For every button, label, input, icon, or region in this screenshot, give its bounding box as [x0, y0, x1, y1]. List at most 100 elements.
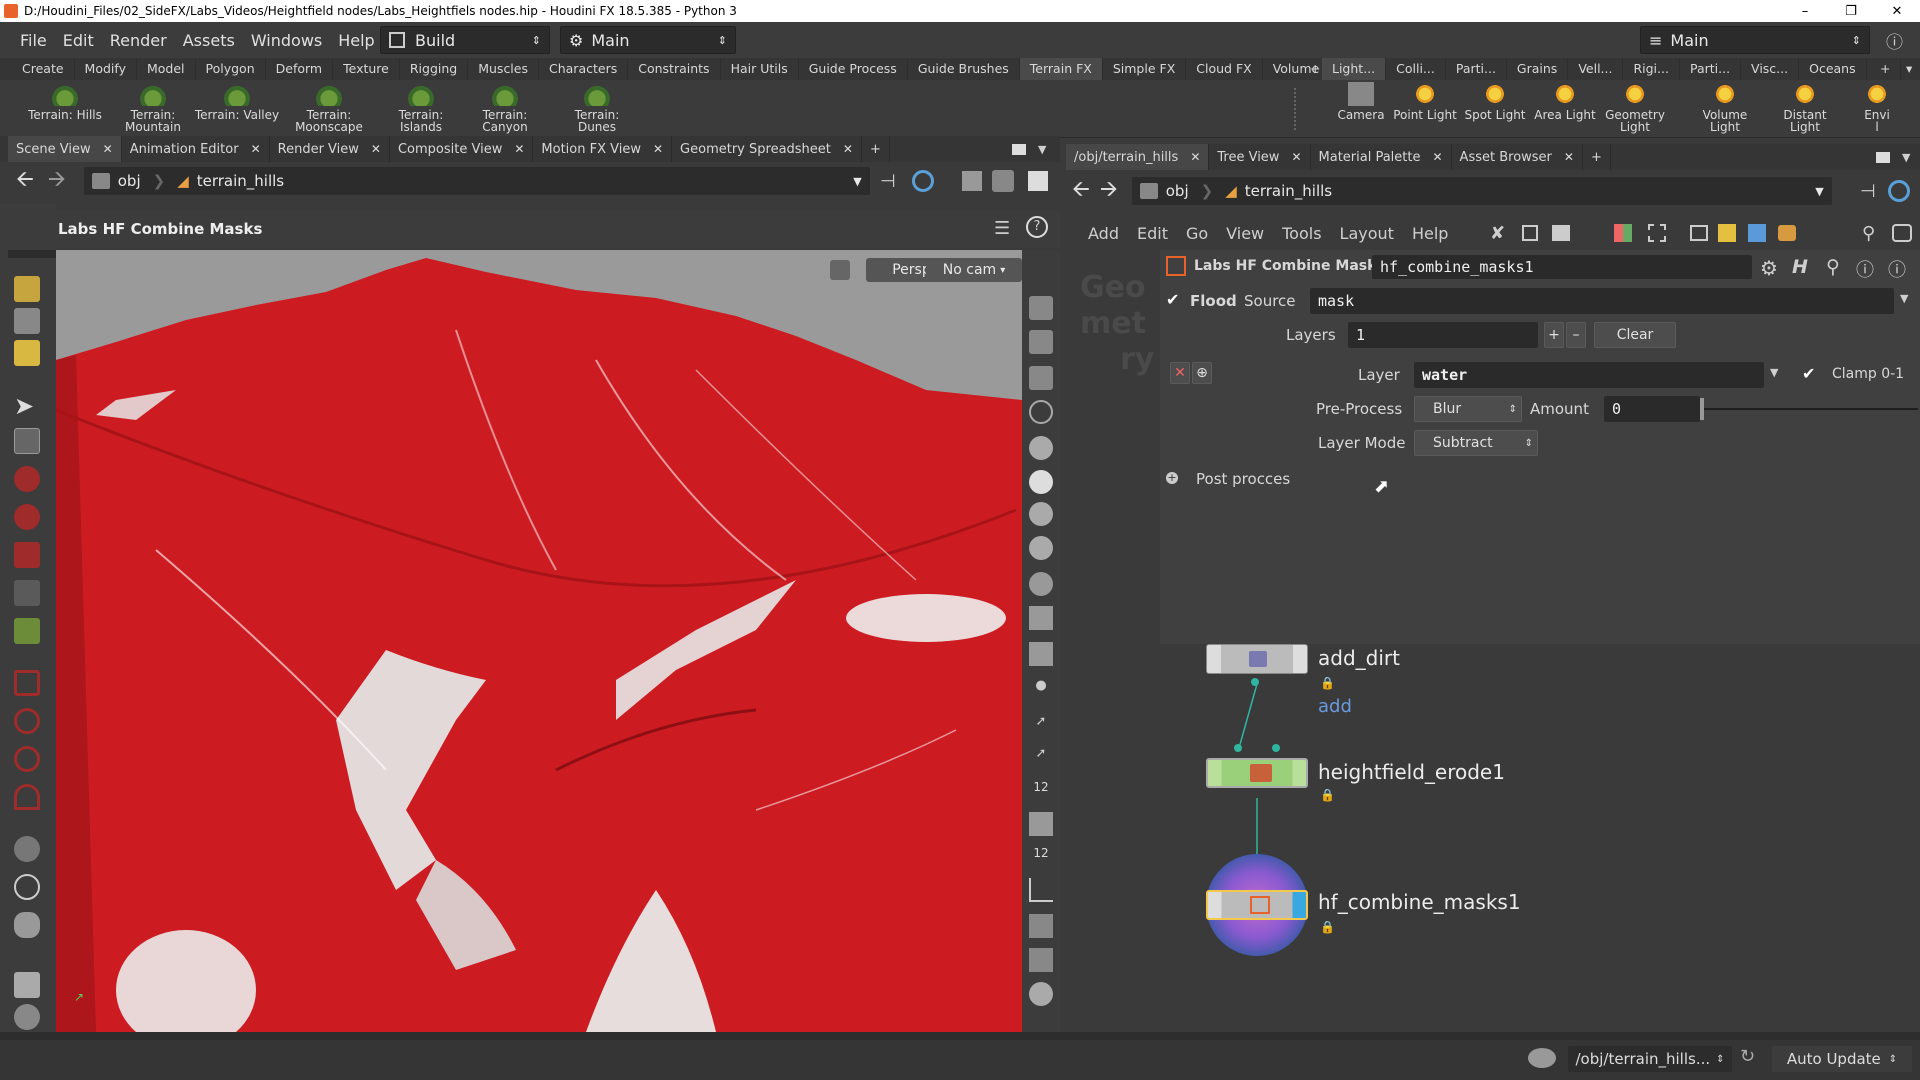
link-icon[interactable] — [912, 170, 934, 192]
info-icon[interactable]: ⓘ — [1856, 256, 1874, 282]
menu-render[interactable]: Render — [102, 31, 175, 50]
pin-icon-right[interactable]: ⊣ — [1860, 181, 1876, 202]
right-shelf-tab[interactable]: Light... — [1322, 58, 1387, 80]
node-hf-combine-masks1[interactable] — [1206, 890, 1308, 920]
node-heightfield-erode1[interactable] — [1206, 758, 1308, 788]
path-node-right[interactable]: terrain_hills — [1245, 182, 1332, 200]
close-tab-icon[interactable]: ✕ — [843, 142, 853, 156]
close-tab-icon[interactable]: ✕ — [1432, 150, 1442, 164]
pose-tool-icon[interactable] — [14, 580, 40, 606]
dotted-grid-icon[interactable] — [1648, 224, 1666, 242]
clamp-checkbox[interactable]: ✔ — [1802, 364, 1815, 383]
pane-menu-arrow-icon[interactable]: ▼ — [1038, 143, 1046, 156]
shelf-tool-light[interactable]: Distant Light — [1770, 82, 1840, 133]
search-icon[interactable]: ⚲ — [1862, 223, 1875, 244]
layers-field[interactable]: 1 — [1348, 322, 1538, 348]
forward-arrow-icon-right[interactable]: 🡪 — [1100, 172, 1118, 210]
shelf-tab[interactable]: Polygon — [196, 58, 266, 80]
desktop-selector[interactable]: Build ⇕ — [380, 26, 550, 54]
path-dropdown-arrow-icon[interactable]: ▼ — [853, 175, 861, 188]
right-shelf-tab[interactable]: Vell... — [1568, 58, 1624, 80]
normal-icon[interactable]: ➚ — [1029, 714, 1053, 738]
right-shelf-tab[interactable]: Grains — [1507, 58, 1569, 80]
grid-view-icon[interactable] — [1614, 224, 1632, 242]
lock-icon[interactable] — [1029, 366, 1053, 390]
shelf-tab[interactable]: Model — [137, 58, 196, 80]
snap-magnet-icon[interactable] — [14, 784, 40, 810]
viewer-options-icon[interactable]: ☰ — [994, 218, 1010, 239]
pane-tab[interactable]: Asset Browser ✕ — [1452, 144, 1583, 170]
display-layers-icon[interactable] — [1029, 296, 1053, 320]
right-shelf-menu-arrow-icon[interactable]: ▾ — [1896, 58, 1920, 80]
close-tab-icon[interactable]: ✕ — [1190, 150, 1200, 164]
flood-checkbox[interactable]: ✔ — [1166, 290, 1179, 309]
close-tab-icon[interactable]: ✕ — [1564, 150, 1574, 164]
network-menu-item[interactable]: Layout — [1340, 224, 1394, 243]
vector-icon[interactable]: ➚ — [1029, 746, 1053, 770]
folder-icon[interactable] — [1778, 225, 1796, 241]
snapshot-icon[interactable] — [1029, 914, 1053, 938]
network-menu-item[interactable]: Tools — [1282, 224, 1321, 243]
shelf-tool-light[interactable]: Point Light — [1390, 82, 1460, 121]
shelf-tool-terrain[interactable]: Terrain: Islands — [376, 82, 466, 133]
pin-icon[interactable]: ⊣ — [880, 171, 896, 192]
right-shelf-tab[interactable]: Visc... — [1741, 58, 1800, 80]
right-shelf-tab[interactable]: Colli... — [1386, 58, 1446, 80]
point-light-icon[interactable] — [1029, 502, 1053, 526]
move-tool-icon[interactable] — [14, 466, 40, 492]
shelf-tool-terrain[interactable]: Terrain: Dunes — [552, 82, 642, 133]
layer-field[interactable]: water — [1414, 362, 1764, 388]
shading-mode-icon[interactable] — [14, 1004, 40, 1030]
output-connector[interactable] — [1251, 678, 1259, 686]
flipbook-icon[interactable] — [1029, 948, 1053, 972]
geometry-sphere-icon[interactable] — [1029, 572, 1053, 596]
right-shelf-tab[interactable]: Rigi... — [1623, 58, 1680, 80]
amount-field[interactable]: 0 — [1604, 396, 1700, 422]
network-path-field[interactable]: obj ❯ ◢ terrain_hills ▼ — [83, 167, 870, 195]
close-tab-icon[interactable]: ✕ — [371, 142, 381, 156]
headlight-icon[interactable] — [1029, 436, 1053, 460]
shelf-tool-light[interactable]: Camera — [1326, 82, 1396, 121]
network-menu-item[interactable]: Help — [1412, 224, 1448, 243]
amount-slider-track[interactable] — [1704, 408, 1918, 410]
right-shelf-tab[interactable]: Parti... — [1680, 58, 1742, 80]
view-tool-icon[interactable] — [14, 618, 40, 644]
path-dropdown-arrow-icon-right[interactable]: ▼ — [1815, 185, 1823, 198]
node-label-hf-combine-masks1[interactable]: hf_combine_masks1 — [1318, 890, 1521, 914]
shelf-tab[interactable]: Simple FX — [1103, 58, 1187, 80]
back-arrow-icon[interactable]: 🡨 — [16, 162, 34, 200]
menu-file[interactable]: File — [12, 31, 55, 50]
camera-view-icon[interactable] — [14, 874, 40, 900]
prim-numbers-icon[interactable]: 12 — [1029, 846, 1053, 870]
pane-tab[interactable]: Material Palette ✕ — [1311, 144, 1452, 170]
cloud-render-icon[interactable] — [1528, 1048, 1556, 1068]
lock-selection-icon[interactable] — [14, 428, 40, 454]
pane-tab[interactable]: Scene View ✕ — [8, 136, 122, 162]
minimize-button[interactable]: – — [1782, 4, 1828, 19]
clear-button[interactable]: Clear — [1594, 322, 1676, 348]
insert-instance-button[interactable]: ⊕ — [1192, 362, 1212, 384]
pane-tab[interactable]: Render View ✕ — [270, 136, 390, 162]
render-icon[interactable] — [1029, 982, 1053, 1006]
houdini-h-icon[interactable]: H — [1792, 256, 1808, 278]
close-tab-icon[interactable]: ✕ — [103, 142, 113, 156]
gear-icon[interactable]: ⚙ — [1760, 256, 1778, 280]
network-menu-item[interactable]: View — [1226, 224, 1264, 243]
status-path-menu[interactable]: /obj/terrain_hills... ⇕ — [1568, 1046, 1732, 1072]
menu-help[interactable]: Help — [330, 31, 382, 50]
back-arrow-icon-right[interactable]: 🡨 — [1072, 172, 1090, 210]
forward-arrow-icon[interactable]: 🡪 — [48, 162, 66, 200]
help-icon[interactable]: ⓘ — [1886, 28, 1903, 53]
right-shelf-set-selector[interactable]: ≡ Main ⇕ — [1640, 26, 1870, 54]
close-tab-icon[interactable]: ✕ — [251, 142, 261, 156]
layer-dropdown-arrow-icon[interactable]: ▼ — [1770, 366, 1778, 379]
maximize-pane-icon-right[interactable] — [1876, 151, 1890, 163]
shelf-tab[interactable]: Modify — [75, 58, 137, 80]
ghost-icon[interactable] — [1029, 330, 1053, 354]
lighting-icon[interactable] — [1029, 470, 1053, 494]
viewport-layout-icon[interactable] — [1028, 171, 1048, 191]
snap-grid-icon[interactable] — [14, 670, 40, 696]
snap-prim-icon[interactable] — [14, 708, 40, 734]
pane-tab[interactable]: Composite View ✕ — [390, 136, 534, 162]
remove-instance-button[interactable]: ✕ — [1170, 362, 1190, 384]
